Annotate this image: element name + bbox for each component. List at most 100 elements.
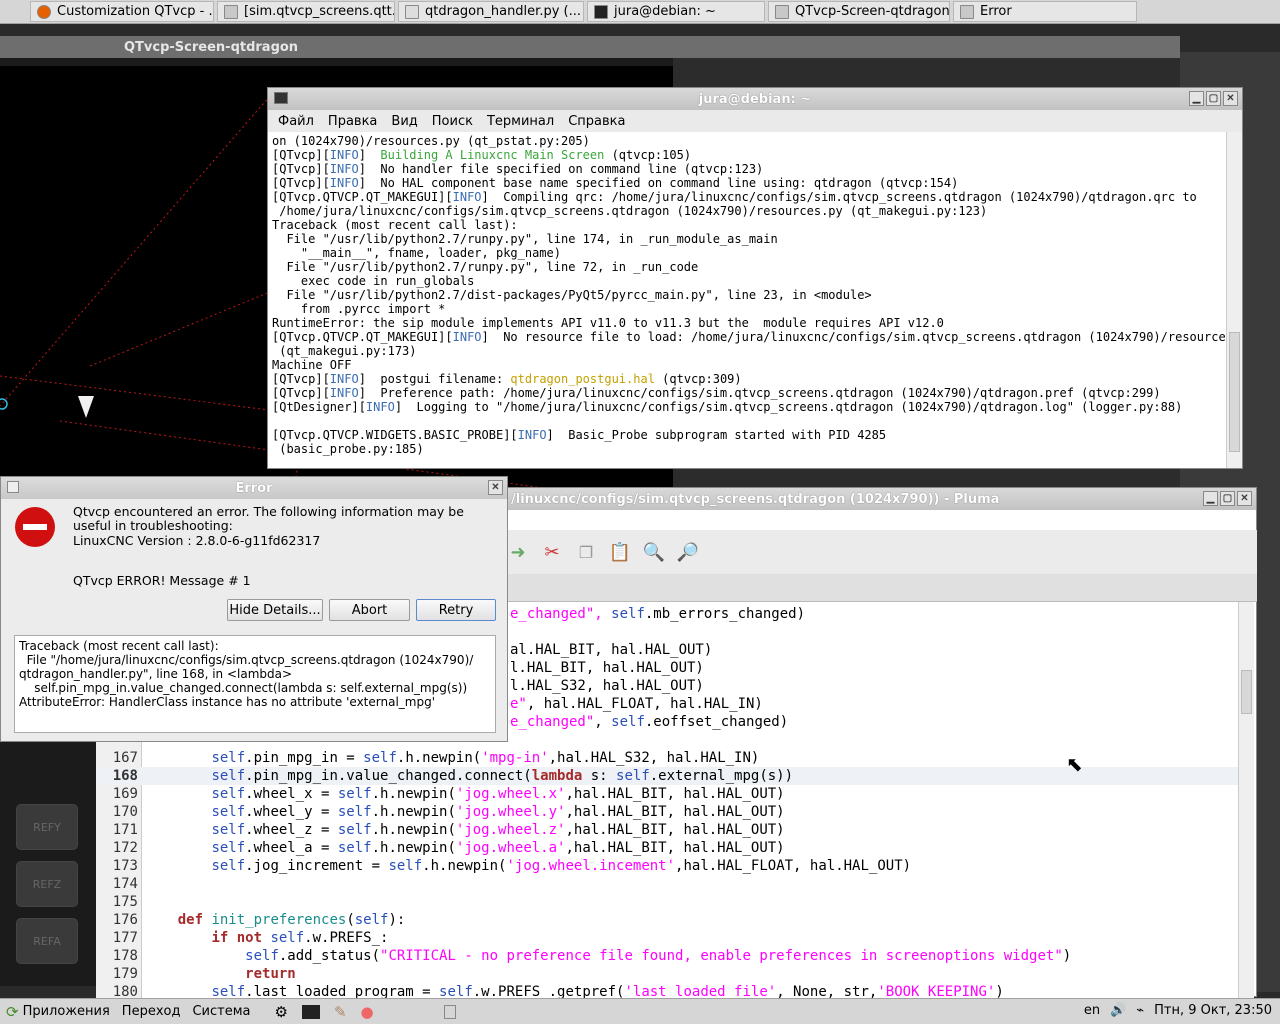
pluma-title: /linuxcnc/configs/sim.qtvcp_screens.qtdr…	[511, 491, 1000, 507]
maximize-button[interactable]: ▢	[1220, 491, 1235, 506]
taskbar-item-4[interactable]: jura@debian: ~	[587, 1, 765, 22]
taskbar-item-6[interactable]: Error	[953, 1, 1137, 22]
line-number: 180	[112, 984, 138, 998]
menu-logo-icon[interactable]: ⟳	[6, 1003, 19, 1021]
folder-icon	[224, 4, 238, 19]
terminal-scrollbar[interactable]	[1226, 132, 1242, 468]
version-text: LinuxCNC Version : 2.8.0-6-g11fd62317	[73, 533, 321, 548]
terminal-line: "__main__", fname, loader, pkg_name)	[272, 246, 561, 260]
pluma-toolbar: ➜ ✂ ❐ 📋 🔍 🔎	[506, 530, 1257, 574]
top-taskbar: Customization QTvcp - ... [sim.qtvcp_scre…	[0, 0, 1280, 24]
firefox-icon	[37, 4, 51, 19]
line-number: 167	[112, 750, 138, 766]
line-number: 171	[112, 822, 138, 838]
taskbar-item-2[interactable]: [sim.qtvcp_screens.qtt...	[217, 1, 395, 22]
code-line[interactable]: 176 def init_preferences(self):	[96, 911, 1238, 929]
taskbar-item-label: Error	[980, 4, 1012, 19]
terminal-icon	[274, 92, 288, 104]
terminal-line: Traceback (most recent call last):	[272, 218, 518, 232]
code-line[interactable]: 174	[96, 875, 1238, 893]
code-line[interactable]: 175	[96, 893, 1238, 911]
taskbar-item-3[interactable]: qtdragon_handler.py (...	[398, 1, 584, 22]
pluma-tabstrip	[506, 574, 1257, 602]
line-number: 173	[112, 858, 138, 874]
ref-buttons: REFY REFZ REFA	[0, 796, 100, 976]
editor-launcher-icon[interactable]: ✎	[334, 1003, 347, 1021]
maximize-button[interactable]: ▢	[1206, 91, 1221, 106]
hide-details-button[interactable]: Hide Details...	[227, 599, 323, 621]
minimize-button[interactable]: ▁	[1189, 91, 1204, 106]
error-titlebar[interactable]: Error ✕	[1, 477, 507, 499]
code-line[interactable]: 180 self.last_loaded_program = self.w.PR…	[96, 983, 1238, 998]
clock[interactable]: Птн, 9 Окт, 23:50	[1154, 1003, 1272, 1018]
terminal-launcher-icon[interactable]	[301, 1004, 320, 1019]
line-number: 179	[112, 966, 138, 982]
terminal-menu-item[interactable]: Поиск	[432, 114, 473, 129]
mouse-cursor-icon: ⬉	[1066, 752, 1083, 776]
terminal-menu-item[interactable]: Файл	[278, 114, 314, 129]
panel-menu[interactable]: Система	[192, 1004, 250, 1019]
window-icon	[775, 4, 789, 19]
firefox-launcher-icon[interactable]: ●	[361, 1003, 374, 1021]
code-line[interactable]: 173 self.jog_increment = self.h.newpin('…	[96, 857, 1238, 875]
line-number: 174	[112, 876, 138, 892]
volume-icon[interactable]: 🔊	[1110, 1003, 1126, 1018]
close-button[interactable]: ✕	[1223, 91, 1238, 106]
error-dialog[interactable]: Error ✕ Qtvcp encountered an error. The …	[0, 476, 508, 742]
taskbar-item-5[interactable]: QTvcp-Screen-qtdragon	[768, 1, 950, 22]
line-number: 172	[112, 840, 138, 856]
terminal-line: on (1024x790)/resources.py (qt_pstat.py:…	[272, 134, 590, 148]
line-number: 177	[112, 930, 138, 946]
terminal-line: [QTvcp][INFO] postgui filename: qtdragon…	[272, 372, 742, 386]
details-text[interactable]: Traceback (most recent call last): File …	[14, 635, 496, 733]
redo-icon[interactable]: ➜	[506, 540, 530, 564]
pluma-titlebar[interactable]: /linuxcnc/configs/sim.qtvcp_screens.qtdr…	[507, 488, 1256, 510]
taskbar-item-1[interactable]: Customization QTvcp - ...	[30, 1, 214, 22]
ref-button-refz[interactable]: REFZ	[16, 861, 78, 907]
taskbar-item-label: qtdragon_handler.py (...	[425, 4, 581, 19]
window-icon	[960, 4, 974, 19]
terminal-titlebar[interactable]: jura@debian: ~ ▁ ▢ ✕	[268, 88, 1242, 110]
code-line[interactable]: 171 self.wheel_z = self.h.newpin('jog.wh…	[96, 821, 1238, 839]
cut-icon[interactable]: ✂	[540, 540, 564, 564]
terminal-menu-item[interactable]: Справка	[568, 114, 625, 129]
terminal-menu-item[interactable]: Вид	[391, 114, 417, 129]
settings-icon[interactable]: ⚙	[275, 1003, 288, 1021]
abort-button[interactable]: Abort	[329, 599, 410, 621]
terminal-menu-item[interactable]: Терминал	[487, 114, 554, 129]
terminal-line: Machine OFF	[272, 358, 352, 372]
editor-scrollbar[interactable]	[1238, 602, 1254, 998]
search-icon[interactable]: 🔍	[642, 540, 666, 564]
close-button[interactable]: ✕	[1237, 491, 1252, 506]
copy-icon[interactable]: ❐	[574, 540, 598, 564]
paste-icon[interactable]: 📋	[608, 540, 632, 564]
taskbar-item-label: jura@debian: ~	[614, 4, 716, 19]
terminal-window[interactable]: jura@debian: ~ ▁ ▢ ✕ Файл Правка Вид Поиск Т…	[267, 87, 1243, 469]
terminal-line: exec code in run_globals	[272, 274, 475, 288]
error-number: QTvcp ERROR! Message # 1	[73, 573, 251, 588]
code-line[interactable]: 178 self.add_status("CRITICAL - no prefe…	[96, 947, 1238, 965]
code-line[interactable]: 172 self.wheel_a = self.h.newpin('jog.wh…	[96, 839, 1238, 857]
code-line[interactable]: 169 self.wheel_x = self.h.newpin('jog.wh…	[96, 785, 1238, 803]
code-line[interactable]: 179 return	[96, 965, 1238, 983]
workspace-icon[interactable]	[443, 1004, 456, 1019]
close-button[interactable]: ✕	[488, 480, 503, 495]
retry-button[interactable]: Retry	[416, 599, 496, 621]
search-replace-icon[interactable]: 🔎	[676, 540, 700, 564]
network-icon[interactable]: ⌁	[1136, 1003, 1144, 1018]
line-number: 175	[112, 894, 138, 910]
panel-menu[interactable]: Приложения	[23, 1004, 110, 1019]
panel-menu[interactable]: Переход	[122, 1004, 181, 1019]
terminal-line: [QTvcp.QTVCP.QT_MAKEGUI][INFO] Compiling…	[272, 190, 1197, 204]
ref-button-refa[interactable]: REFA	[16, 918, 78, 964]
code-line[interactable]: 177 if not self.w.PREFS_:	[96, 929, 1238, 947]
terminal-menu-item[interactable]: Правка	[328, 114, 377, 129]
qtdragon-titlebar[interactable]: QTvcp-Screen-qtdragon ▁ ✕	[0, 36, 1180, 89]
ref-button-refy[interactable]: REFY	[16, 804, 78, 850]
qtdragon-title: QTvcp-Screen-qtdragon	[124, 39, 299, 55]
terminal-output[interactable]: on (1024x790)/resources.py (qt_pstat.py:…	[268, 132, 1242, 456]
minimize-button[interactable]: ▁	[1203, 491, 1218, 506]
taskbar-item-label: [sim.qtvcp_screens.qtt...	[244, 4, 395, 19]
keyboard-layout[interactable]: en	[1084, 1003, 1100, 1018]
code-line[interactable]: 170 self.wheel_y = self.h.newpin('jog.wh…	[96, 803, 1238, 821]
